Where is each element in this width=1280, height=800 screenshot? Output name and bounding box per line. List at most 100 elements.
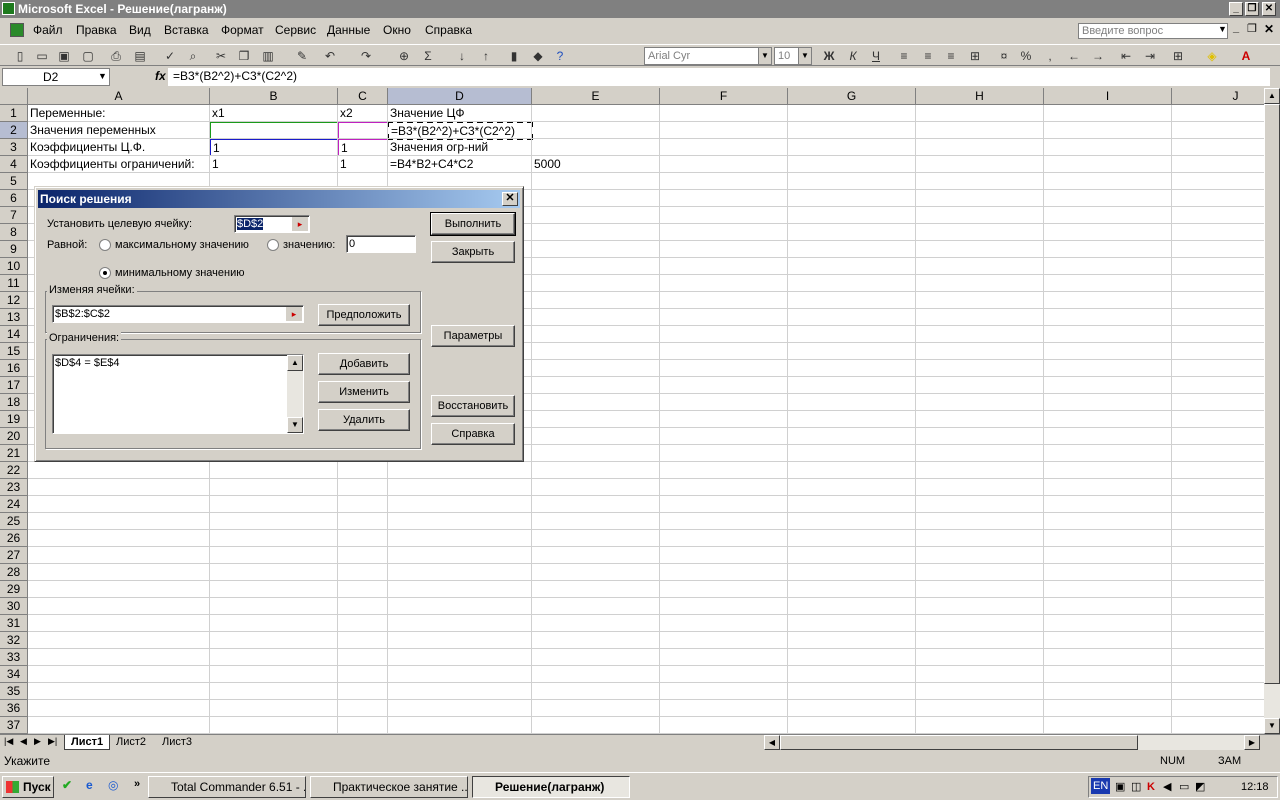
collapse-dialog-icon[interactable]: ▸ (292, 217, 308, 231)
workbook-icon[interactable] (10, 23, 24, 37)
cell-a2[interactable]: Значения переменных (28, 122, 156, 139)
row-header[interactable]: 11 (0, 275, 28, 292)
row-header[interactable]: 18 (0, 394, 28, 411)
cell-a1[interactable]: Переменные: (28, 105, 105, 122)
options-button[interactable]: Параметры (431, 325, 515, 347)
align-center-icon[interactable]: ≡ (920, 48, 936, 64)
cell-a4[interactable]: Коэффициенты ограничений: (28, 156, 195, 173)
delete-constraint-button[interactable]: Удалить (318, 409, 410, 431)
last-sheet-icon[interactable]: ▶| (48, 736, 57, 747)
start-button[interactable]: Пуск (2, 776, 54, 798)
vertical-scrollbar[interactable]: ▲ ▼ (1264, 88, 1280, 734)
cell-b4[interactable]: 1 (210, 156, 219, 173)
row-header[interactable]: 6 (0, 190, 28, 207)
row-header[interactable]: 24 (0, 496, 28, 513)
row-header[interactable]: 3 (0, 139, 28, 156)
row-header[interactable]: 8 (0, 224, 28, 241)
font-color-icon[interactable]: A (1238, 48, 1254, 64)
row-header[interactable]: 33 (0, 649, 28, 666)
constraints-list[interactable]: $D$4 = $E$4 ▲ ▼ (52, 354, 304, 434)
row-header[interactable]: 1 (0, 105, 28, 122)
column-header-i[interactable]: I (1044, 88, 1172, 105)
currency-icon[interactable]: ¤ (996, 48, 1012, 64)
taskbar-item-total-commander[interactable]: Total Commander 6.51 - ... (148, 776, 306, 798)
italic-button[interactable]: К (845, 48, 861, 64)
column-header-a[interactable]: A (28, 88, 210, 105)
solve-button[interactable]: Выполнить (430, 212, 516, 236)
spelling-icon[interactable]: ✓ (162, 48, 178, 64)
menu-help[interactable]: Справка (425, 23, 472, 37)
cell-c3[interactable]: 1 (338, 139, 388, 156)
doc-close-button[interactable]: ✕ (1264, 22, 1274, 36)
cell-c1[interactable]: x2 (338, 105, 353, 122)
quicklaunch-app-icon[interactable]: ◎ (108, 778, 118, 792)
sort-asc-icon[interactable]: ↓ (454, 48, 470, 64)
menu-insert[interactable]: Вставка (164, 23, 209, 37)
merge-center-icon[interactable]: ⊞ (967, 48, 983, 64)
maximize-button[interactable]: ❐ (1245, 2, 1259, 16)
radio-min-label[interactable]: минимальному значению (115, 267, 245, 279)
row-header[interactable]: 23 (0, 479, 28, 496)
font-size-combo[interactable]: 10 ▼ (774, 47, 812, 65)
fill-color-icon[interactable]: ◈ (1204, 48, 1220, 64)
menu-window[interactable]: Окно (383, 23, 411, 37)
cell-d1[interactable]: Значение ЦФ (388, 105, 465, 122)
select-all-corner[interactable] (0, 88, 28, 105)
cell-d3[interactable]: Значения огр-ний (388, 139, 488, 156)
increase-decimal-icon[interactable]: ← (1066, 48, 1082, 64)
undo-icon[interactable]: ↶ (322, 48, 338, 64)
row-header[interactable]: 34 (0, 666, 28, 683)
changing-cells-input[interactable]: $B$2:$C$2 ▸ (52, 305, 304, 323)
row-header[interactable]: 4 (0, 156, 28, 173)
list-scrollbar[interactable]: ▲ ▼ (287, 355, 303, 433)
row-header[interactable]: 10 (0, 258, 28, 275)
menu-data[interactable]: Данные (327, 23, 370, 37)
row-header[interactable]: 30 (0, 598, 28, 615)
column-header-f[interactable]: F (660, 88, 788, 105)
drawing-icon[interactable]: ◆ (530, 48, 546, 64)
tray-antivirus-icon[interactable]: K (1147, 777, 1155, 797)
hyperlink-icon[interactable]: ⊕ (396, 48, 412, 64)
permission-icon[interactable]: ▢ (80, 48, 96, 64)
scroll-down-button[interactable]: ▼ (287, 417, 303, 433)
dialog-close-button[interactable]: ✕ (502, 192, 518, 206)
tray-volume-icon[interactable]: ◀ (1163, 777, 1171, 797)
chevron-down-icon[interactable]: ▼ (98, 71, 107, 81)
cell-d4[interactable]: =B4*B2+C4*C2 (388, 156, 473, 173)
chevron-right-icon[interactable]: » (134, 778, 140, 790)
row-header[interactable]: 22 (0, 462, 28, 479)
percent-button[interactable]: % (1018, 48, 1034, 64)
prev-sheet-icon[interactable]: ◀ (20, 736, 27, 747)
next-sheet-icon[interactable]: ▶ (34, 736, 41, 747)
chevron-down-icon[interactable]: ▼ (1218, 24, 1227, 34)
chart-wizard-icon[interactable]: ▮ (506, 48, 522, 64)
preview-icon[interactable]: ▤ (132, 48, 148, 64)
radio-max[interactable] (99, 239, 111, 251)
tray-clock[interactable]: 12:18 (1241, 777, 1269, 797)
tray-monitor-icon[interactable]: ▭ (1179, 777, 1189, 797)
help-button[interactable]: Справка (431, 423, 515, 445)
cell-a3[interactable]: Коэффициенты Ц.Ф. (28, 139, 145, 156)
open-icon[interactable]: ▭ (34, 48, 50, 64)
horizontal-scrollbar[interactable]: ◀ ▶ (764, 735, 1260, 750)
row-header[interactable]: 12 (0, 292, 28, 309)
row-header[interactable]: 32 (0, 632, 28, 649)
row-header[interactable]: 13 (0, 309, 28, 326)
h-scroll-thumb[interactable] (780, 735, 1138, 750)
column-header-e[interactable]: E (532, 88, 660, 105)
radio-value[interactable] (267, 239, 279, 251)
cell-e4[interactable]: 5000 (532, 156, 561, 173)
row-header[interactable]: 21 (0, 445, 28, 462)
guess-button[interactable]: Предположить (318, 304, 410, 326)
sort-desc-icon[interactable]: ↑ (478, 48, 494, 64)
scroll-up-button[interactable]: ▲ (1264, 88, 1280, 104)
align-right-icon[interactable]: ≡ (943, 48, 959, 64)
taskbar-item-excel[interactable]: Решение(лагранж) (472, 776, 630, 798)
save-icon[interactable]: ▣ (56, 48, 72, 64)
bold-button[interactable]: Ж (821, 48, 837, 64)
copy-icon[interactable]: ❐ (236, 48, 252, 64)
tray-network-icon[interactable]: ▣ (1115, 777, 1125, 797)
redo-icon[interactable]: ↷ (358, 48, 374, 64)
column-header-c[interactable]: C (338, 88, 388, 105)
column-header-j[interactable]: J (1172, 88, 1264, 105)
